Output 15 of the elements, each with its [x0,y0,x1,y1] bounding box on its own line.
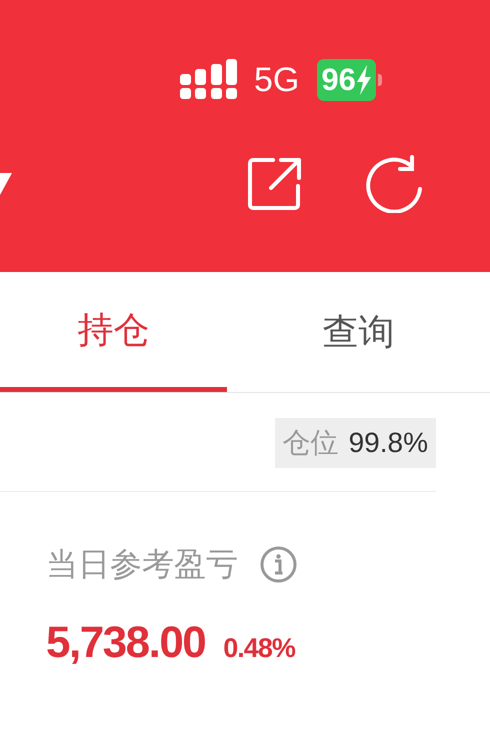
refresh-icon[interactable] [366,155,424,213]
share-icon[interactable] [247,156,303,212]
pnl-percent: 0.48% [223,632,295,665]
position-badge: 仓位 99.8% [274,418,436,468]
tab[interactable]: 持仓 [0,272,227,392]
tab[interactable]: 查询 [227,272,490,392]
network-label: 5G [254,60,300,101]
bolt-icon [356,65,372,95]
pnl-label: 当日参考盈亏 [46,545,238,584]
caret-icon[interactable] [0,173,12,195]
battery-tip [378,74,382,86]
info-icon[interactable] [260,546,297,582]
pnl-value: 5,738.00 [46,617,206,669]
battery-indicator: 96 [317,59,376,101]
signal-icon [180,59,238,101]
